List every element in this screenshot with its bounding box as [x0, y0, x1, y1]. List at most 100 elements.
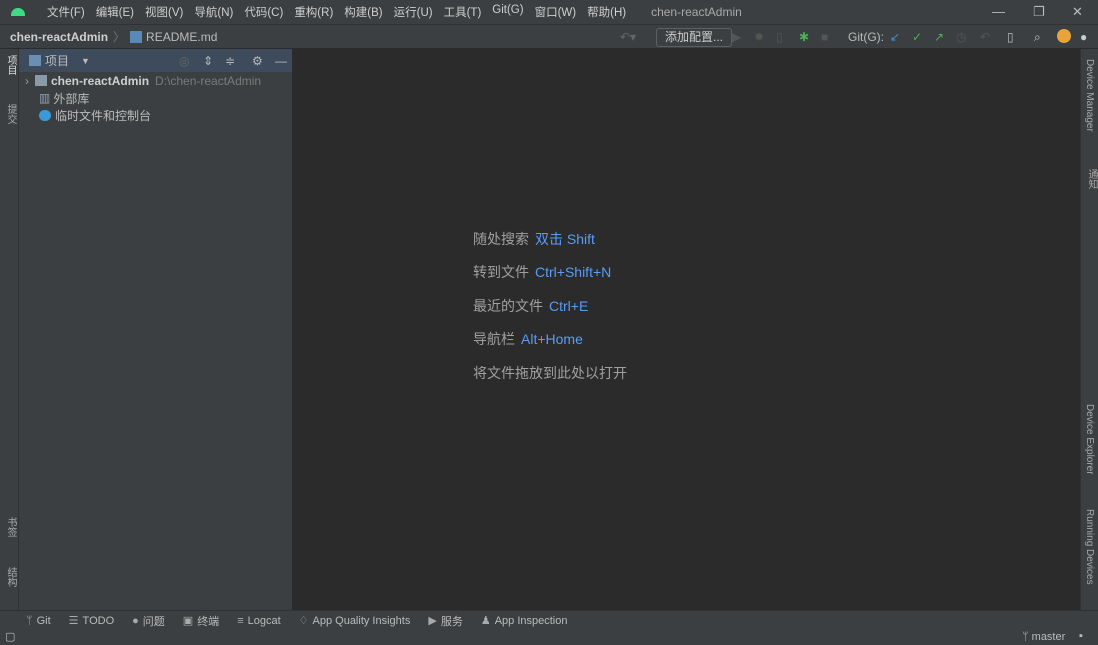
project-panel: 项目 ▼ ◎ ⇕ ≑ ⚙ — › chen-reactAdmin D:\chen… [19, 49, 293, 610]
warning-icon: ● [132, 614, 139, 627]
tool-window-bookmarks[interactable]: 书签 [3, 517, 18, 537]
breadcrumb-file[interactable]: README.md [146, 30, 217, 44]
services-icon: ▶ [428, 615, 437, 627]
run-icon[interactable]: ▶ [732, 30, 741, 44]
gear-icon[interactable]: ⚙ [252, 54, 263, 68]
debug-icon[interactable]: ✹ [754, 30, 764, 44]
rollback-icon[interactable]: ↶ [980, 30, 990, 44]
left-tool-strip: 项目 提交 书签 结构 [0, 49, 19, 610]
tree-item-project[interactable]: › chen-reactAdmin D:\chen-reactAdmin [25, 72, 292, 90]
attach-debugger-icon[interactable]: ✱ [799, 30, 809, 44]
tool-window-device-manager[interactable]: Device Manager [1084, 59, 1095, 132]
tool-git[interactable]: ᛘ Git [26, 615, 51, 627]
git-commit-icon[interactable]: ✓ [912, 30, 922, 44]
back-icon[interactable]: ↶▾ [620, 30, 636, 44]
search-icon[interactable]: ⌕ [1034, 30, 1041, 45]
menu-navigate[interactable]: 导航(N) [194, 4, 233, 20]
git-branch-widget[interactable]: ᛘ master [1022, 631, 1065, 643]
breadcrumb-project[interactable]: chen-reactAdmin [10, 30, 108, 44]
menu-window[interactable]: 窗口(W) [535, 4, 577, 20]
terminal-icon: ▣ [182, 615, 194, 627]
locate-icon[interactable]: ◎ [179, 54, 189, 68]
tool-app-quality-insights[interactable]: ♢ App Quality Insights [298, 614, 411, 628]
status-bar: ▢ ᛘ master ▪ [0, 630, 1098, 645]
menu-bar: 文件(F) 编辑(E) 视图(V) 导航(N) 代码(C) 重构(R) 构建(B… [47, 4, 637, 20]
menu-run[interactable]: 运行(U) [394, 4, 433, 20]
tool-window-notifications[interactable]: 通知 [1084, 169, 1098, 189]
tool-problems[interactable]: ● 问题 [132, 613, 165, 629]
stop-icon[interactable]: ■ [821, 30, 828, 44]
hide-icon[interactable]: — [275, 54, 287, 68]
account-icon[interactable]: ● [1080, 30, 1087, 44]
minimize-icon[interactable]: — [992, 4, 1005, 19]
chevron-right-icon: 〉 [113, 30, 126, 44]
git-update-icon[interactable]: ↙ [890, 30, 900, 44]
folder-icon [35, 75, 47, 87]
project-panel-header: 项目 ▼ ◎ ⇕ ≑ ⚙ — [19, 49, 292, 72]
diamond-icon: ♢ [298, 615, 309, 627]
profile-icon[interactable]: ▯ [776, 30, 783, 44]
project-tree: › chen-reactAdmin D:\chen-reactAdmin ▥ 外… [19, 72, 292, 125]
tool-windows-toggle-icon[interactable]: ▢ [5, 630, 15, 643]
menu-git[interactable]: Git(G) [492, 4, 523, 20]
menu-tools[interactable]: 工具(T) [444, 4, 482, 20]
tool-services[interactable]: ▶ 服务 [428, 613, 462, 629]
tool-window-structure[interactable]: 结构 [3, 567, 18, 587]
device-mirroring-icon[interactable]: ▯ [1007, 30, 1014, 44]
tool-window-commit[interactable]: 提交 [3, 104, 18, 124]
tool-window-project[interactable]: 项目 [3, 55, 18, 75]
tool-window-running-devices[interactable]: Running Devices [1084, 509, 1095, 585]
git-push-icon[interactable]: ↗ [934, 30, 944, 44]
add-configuration-button[interactable]: 添加配置... [656, 28, 733, 47]
right-tool-strip: Device Manager 通知 Device Explorer Runnin… [1080, 49, 1098, 610]
menu-file[interactable]: 文件(F) [47, 4, 85, 20]
collapse-all-icon[interactable]: ≑ [225, 54, 235, 68]
hint-go-to-file: 转到文件 Ctrl+Shift+N [473, 264, 612, 280]
window-title: chen-reactAdmin [651, 5, 742, 19]
chevron-down-icon[interactable]: ▼ [81, 56, 90, 66]
bottom-tool-bar: ᛘ Git ☰ TODO ● 问题 ▣ 终端 ≡ Logcat ♢ App Quality … [0, 610, 1098, 630]
hint-recent-files: 最近的文件 Ctrl+E [473, 298, 589, 314]
restore-icon[interactable]: ❐ [1033, 4, 1045, 20]
logcat-icon: ≡ [237, 614, 244, 627]
expand-all-icon[interactable]: ⇕ [203, 54, 213, 68]
inspection-icon: ♟ [480, 615, 491, 627]
tree-item-label: chen-reactAdmin [51, 73, 150, 88]
chevron-right-icon[interactable]: › [25, 74, 29, 88]
tree-item-label: 外部库 [53, 91, 90, 106]
git-label: Git(G): [848, 30, 884, 44]
library-icon: ▥ [39, 91, 51, 106]
tool-logcat[interactable]: ≡ Logcat [237, 615, 280, 627]
tree-item-label: 临时文件和控制台 [55, 109, 152, 124]
close-icon[interactable]: ✕ [1072, 4, 1083, 20]
android-logo-icon [11, 8, 25, 16]
breadcrumb: chen-reactAdmin 〉 README.md [10, 28, 217, 45]
menu-build[interactable]: 构建(B) [344, 4, 382, 20]
tool-todo[interactable]: ☰ TODO [69, 614, 114, 628]
tree-item-scratches[interactable]: 临时文件和控制台 [25, 107, 292, 125]
tool-app-inspection[interactable]: ♟ App Inspection [480, 614, 568, 628]
project-view-selector[interactable]: 项目 [45, 52, 69, 69]
hint-navigation-bar: 导航栏 Alt+Home [473, 331, 583, 347]
title-bar: 文件(F) 编辑(E) 视图(V) 导航(N) 代码(C) 重构(R) 构建(B… [0, 0, 1098, 24]
menu-code[interactable]: 代码(C) [244, 4, 283, 20]
menu-help[interactable]: 帮助(H) [587, 4, 626, 20]
tree-item-path: D:\chen-reactAdmin [155, 73, 262, 88]
update-icon[interactable] [1057, 29, 1071, 43]
git-branch-icon: ᛘ [26, 614, 33, 627]
hint-search-everywhere: 随处搜索 双击 Shift [473, 231, 595, 247]
tree-item-external-libraries[interactable]: ▥ 外部库 [25, 90, 292, 108]
history-icon[interactable]: ◷ [956, 30, 966, 44]
notification-icon[interactable]: ▪ [1079, 630, 1083, 642]
tool-terminal[interactable]: ▣ 终端 [183, 613, 219, 629]
editor-empty-area[interactable]: 随处搜索 双击 Shift 转到文件 Ctrl+Shift+N 最近的文件 Ctrl+… [293, 49, 1080, 610]
hint-drop-files: 将文件拖放到此处以打开 [473, 365, 627, 381]
markdown-file-icon [130, 30, 143, 43]
menu-refactor[interactable]: 重构(R) [294, 4, 333, 20]
scratches-icon [39, 110, 51, 122]
tool-window-device-explorer[interactable]: Device Explorer [1084, 404, 1095, 475]
toolbar: chen-reactAdmin 〉 README.md ↶▾ 添加配置... ▶… [0, 24, 1098, 49]
menu-view[interactable]: 视图(V) [145, 4, 183, 20]
menu-edit[interactable]: 编辑(E) [96, 4, 134, 20]
project-view-icon [29, 55, 41, 66]
